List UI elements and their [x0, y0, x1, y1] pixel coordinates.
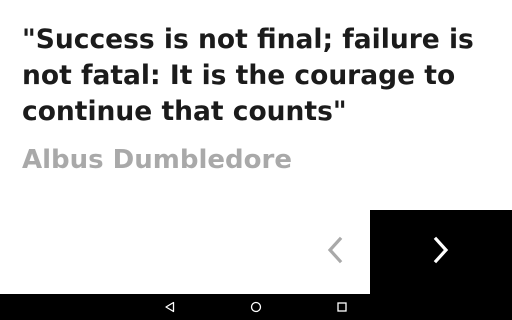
circle-home-icon — [250, 298, 262, 317]
quote-text: "Success is not final; failure is not fa… — [22, 24, 474, 127]
next-quote-button[interactable] — [370, 210, 512, 294]
system-navigation-bar — [0, 294, 512, 320]
chevron-left-icon — [325, 236, 345, 268]
system-home-button[interactable] — [236, 294, 276, 320]
triangle-back-icon — [164, 298, 176, 317]
quote-author: Albus Dumbledore — [22, 145, 292, 175]
system-recents-button[interactable] — [322, 294, 362, 320]
system-back-button[interactable] — [150, 294, 190, 320]
chevron-right-icon — [431, 236, 451, 268]
square-recents-icon — [336, 298, 348, 317]
previous-quote-button[interactable] — [300, 210, 370, 294]
